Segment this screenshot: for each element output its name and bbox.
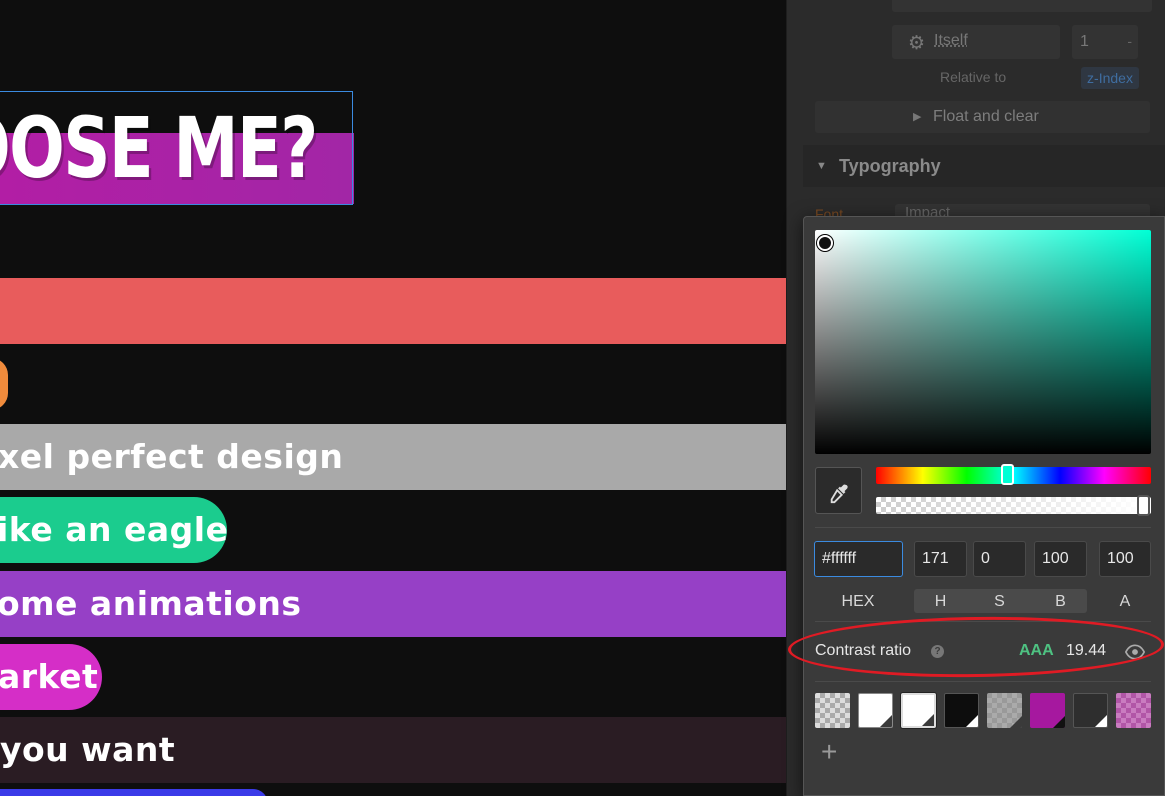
hex-mode-label[interactable]: HEX: [815, 590, 901, 614]
saturation-input[interactable]: 0: [973, 541, 1026, 577]
gear-icon: ⚙: [908, 33, 926, 54]
alpha-slider-handle[interactable]: [1137, 495, 1150, 516]
selection-outline: [0, 91, 353, 205]
b-label: B: [1055, 593, 1066, 610]
divider: [815, 681, 1151, 682]
swatch-white-selected[interactable]: [901, 693, 936, 728]
z-index-label: z-Index: [1081, 67, 1139, 89]
list-item-orange[interactable]: [0, 358, 8, 410]
list-item-label: xel perfect design: [0, 437, 344, 476]
alpha-input[interactable]: 100: [1099, 541, 1151, 577]
brightness-input[interactable]: 100: [1034, 541, 1087, 577]
swatch-magenta[interactable]: [1030, 693, 1065, 728]
list-item-purple[interactable]: ome animations: [0, 571, 786, 637]
list-item-dark[interactable]: you want: [0, 717, 786, 783]
eyedropper-icon[interactable]: [815, 467, 862, 514]
add-swatch-button[interactable]: +: [821, 738, 837, 766]
h-label: H: [934, 593, 947, 610]
swatch-white[interactable]: [858, 693, 893, 728]
design-canvas[interactable]: OOSE ME? xel perfect design ike an eagle…: [0, 0, 786, 796]
hex-input[interactable]: #ffffff: [814, 541, 903, 577]
hue-input[interactable]: 171: [914, 541, 967, 577]
swatch-transparent[interactable]: [815, 693, 850, 728]
list-item-red[interactable]: [0, 278, 786, 344]
typography-section-header[interactable]: ▼ Typography: [803, 145, 1165, 187]
swatch-pink-transparent[interactable]: [1116, 693, 1151, 728]
s-label: S: [994, 593, 1005, 610]
a-label: A: [1119, 593, 1131, 610]
z-index-input[interactable]: 1 -: [1072, 25, 1138, 59]
list-item-label: ike an eagle: [0, 510, 229, 549]
swatch-black[interactable]: [944, 693, 979, 728]
list-item-label: arket: [0, 657, 99, 696]
list-item-green[interactable]: ike an eagle: [0, 497, 229, 563]
swatch-gray-transparent[interactable]: [987, 693, 1022, 728]
color-picker-popover: #ffffff 171 0 100 100 HEX H S B A Contra…: [787, 216, 1165, 796]
saturation-brightness-area[interactable]: [815, 230, 1151, 454]
caret-right-icon: ▶: [913, 111, 922, 123]
list-item-pink[interactable]: arket: [0, 644, 102, 710]
color-handle[interactable]: [817, 235, 833, 251]
swatch-dark-gray[interactable]: [1073, 693, 1108, 728]
panel-top-field[interactable]: [892, 0, 1152, 12]
list-item-label: ome animations: [0, 584, 302, 623]
relative-source-select[interactable]: ⚙ Itself: [892, 25, 1060, 59]
hue-slider-handle[interactable]: [1001, 464, 1014, 485]
alpha-slider[interactable]: [876, 497, 1151, 514]
list-item-blue[interactable]: [0, 789, 268, 796]
caret-down-icon: ▼: [816, 160, 827, 172]
relative-to-label: Relative to: [940, 69, 1007, 85]
list-item-label: you want: [0, 730, 176, 769]
divider: [815, 527, 1151, 528]
annotation-ellipse: [787, 614, 1165, 680]
float-and-clear-toggle[interactable]: ▶ Float and clear: [815, 101, 1150, 133]
list-item-gray[interactable]: xel perfect design: [0, 424, 786, 490]
